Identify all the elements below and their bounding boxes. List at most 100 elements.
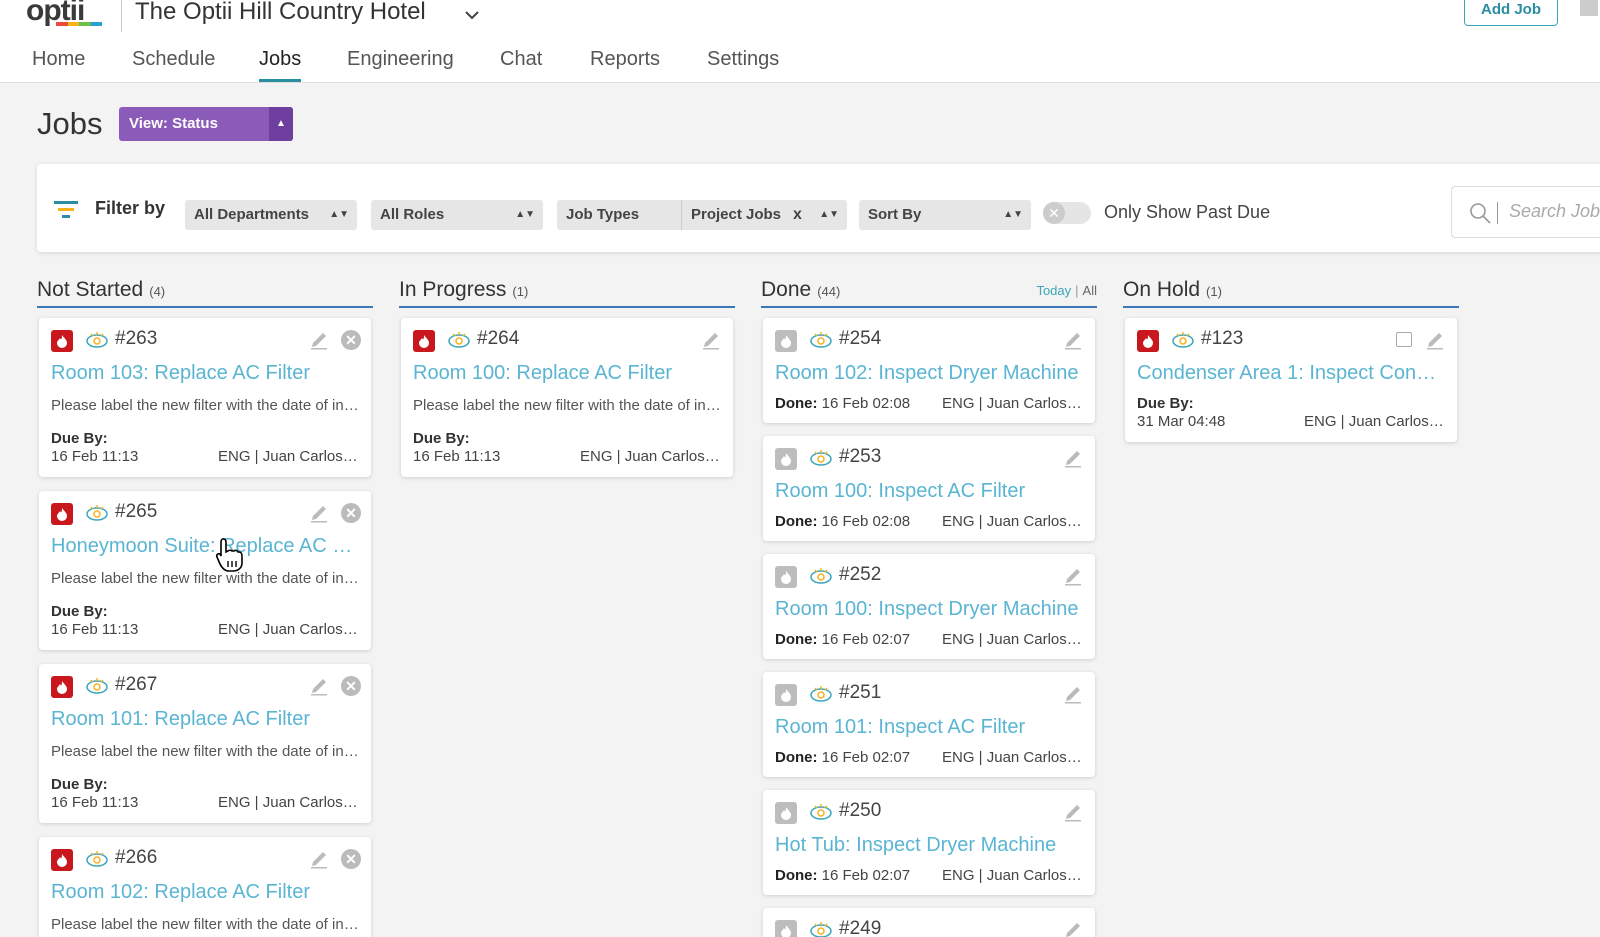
filter-today-link[interactable]: Today [1036,283,1071,298]
job-title-link[interactable]: Room 100: Replace AC Filter [413,362,723,385]
close-icon[interactable]: ✕ [341,330,361,350]
job-number: #253 [839,446,882,467]
updown-icon: ▲▼ [1003,209,1023,220]
job-types-select[interactable]: Job Types Project Jobs x ▲▼ [557,200,847,230]
job-title-link[interactable]: Room 101: Replace AC Filter [51,708,361,731]
job-card[interactable]: #263 ✕ Room 103: Replace AC Filter Pleas… [39,318,371,477]
filter-icon [54,201,78,218]
fire-icon [51,676,73,698]
column-title: Not Started [37,278,144,301]
job-card[interactable]: #249 [763,908,1095,937]
job-title-link[interactable]: Condenser Area 1: Inspect Condenser [1137,362,1447,385]
edit-icon[interactable] [1063,920,1083,937]
job-card[interactable]: #264 Room 100: Replace AC Filter Please … [401,318,733,477]
fire-icon [51,330,73,352]
job-title-link[interactable]: Room 102: Inspect Dryer Machine [775,362,1085,385]
hotel-name[interactable]: The Optii Hill Country Hotel [135,0,426,26]
edit-icon[interactable] [1063,684,1083,704]
close-icon[interactable]: ✕ [341,676,361,696]
job-title-link[interactable]: Room 100: Inspect Dryer Machine [775,598,1085,621]
assignee: ENG | Juan Carlos Rodriguez [580,448,723,465]
job-title-link[interactable]: Room 102: Replace AC Filter [51,881,361,904]
due-label: Due By: [51,776,108,793]
job-title-link[interactable]: Honeymoon Suite: Replace AC Filter [51,535,361,558]
fire-icon [775,920,797,937]
fire-icon [1137,330,1159,352]
job-card[interactable]: #250 Hot Tub: Inspect Dryer Machine Done… [763,790,1095,895]
job-title-link[interactable]: Room 101: Inspect AC Filter [775,716,1085,739]
image-icon[interactable] [1396,332,1412,347]
nav-engineering[interactable]: Engineering [347,48,454,82]
job-number: #265 [115,501,158,522]
job-number: #263 [115,328,158,349]
done-label: Done: [775,867,818,884]
filter-all-link[interactable]: All [1083,283,1097,298]
roles-value: All Roles [380,206,445,223]
due-date: 16 Feb 11:13 [413,448,501,465]
job-title-link[interactable]: Room 103: Replace AC Filter [51,362,361,385]
nav-jobs[interactable]: Jobs [259,48,302,82]
done-label: Done: [775,513,818,530]
roles-select[interactable]: All Roles ▲▼ [371,200,543,230]
remove-tag-icon[interactable]: x [793,200,802,230]
eye-icon [86,332,108,348]
edit-icon[interactable] [701,330,721,350]
job-title-link[interactable]: Room 100: Inspect AC Filter [775,480,1085,503]
done-label: Done: [775,749,818,766]
eye-icon [810,568,832,584]
nav-schedule[interactable]: Schedule [132,48,215,82]
nav-home[interactable]: Home [32,48,85,82]
job-card[interactable]: #123 Condenser Area 1: Inspect Condenser… [1125,318,1457,442]
chevron-down-icon[interactable] [463,6,481,24]
notification-icon[interactable] [1580,0,1598,16]
job-card[interactable]: #252 Room 100: Inspect Dryer Machine Don… [763,554,1095,659]
past-due-toggle[interactable]: ✕ [1043,202,1091,224]
due-label: Due By: [51,430,108,447]
job-number: #267 [115,674,158,695]
fire-icon [775,448,797,470]
logo-color-bar [56,22,102,26]
done-time: Done: 16 Feb 02:07 [775,867,910,884]
job-card[interactable]: #254 Room 102: Inspect Dryer Machine Don… [763,318,1095,423]
search-input[interactable]: Search Jobs [1451,186,1600,238]
fire-icon [51,849,73,871]
close-icon[interactable]: ✕ [341,849,361,869]
edit-icon[interactable] [1063,330,1083,350]
edit-icon[interactable] [309,330,329,350]
nav-reports[interactable]: Reports [590,48,660,82]
job-card[interactable]: #266 ✕ Room 102: Replace AC Filter Pleas… [39,837,371,937]
add-job-button[interactable]: Add Job [1464,0,1558,26]
close-icon[interactable]: ✕ [341,503,361,523]
departments-select[interactable]: All Departments ▲▼ [185,200,357,230]
edit-icon[interactable] [1063,566,1083,586]
job-description: Please label the new filter with the dat… [51,570,361,587]
job-card[interactable]: #265 ✕ Honeymoon Suite: Replace AC Filte… [39,491,371,650]
edit-icon[interactable] [309,503,329,523]
edit-icon[interactable] [1063,802,1083,822]
done-time: Done: 16 Feb 02:08 [775,395,910,412]
due-label: Due By: [413,430,470,447]
view-select[interactable]: View: Status ▲ [119,107,293,141]
assignee: ENG | Juan Carlos Rodriguez [218,448,361,465]
search-divider [1497,202,1498,224]
edit-icon[interactable] [1063,448,1083,468]
done-time: Done: 16 Feb 02:08 [775,513,910,530]
sort-by-select[interactable]: Sort By ▲▼ [859,200,1031,230]
edit-icon[interactable] [309,849,329,869]
updown-icon: ▲▼ [329,209,349,220]
job-title-link[interactable]: Hot Tub: Inspect Dryer Machine [775,834,1085,857]
edit-icon[interactable] [309,676,329,696]
job-card[interactable]: #251 Room 101: Inspect AC Filter Done: 1… [763,672,1095,777]
updown-icon: ▲ [269,107,293,141]
nav-chat[interactable]: Chat [500,48,542,82]
eye-icon [810,922,832,937]
due-label: Due By: [1137,395,1194,412]
job-number: #266 [115,847,158,868]
column-count: (1) [1206,284,1222,299]
assignee: ENG | Juan Carlos Rodriguez [1304,413,1447,430]
edit-icon[interactable] [1425,330,1445,350]
assignee: ENG | Juan Carlos Rodriguez [942,631,1085,648]
nav-settings[interactable]: Settings [707,48,779,82]
job-card[interactable]: #253 Room 100: Inspect AC Filter Done: 1… [763,436,1095,541]
job-card[interactable]: #267 ✕ Room 101: Replace AC Filter Pleas… [39,664,371,823]
